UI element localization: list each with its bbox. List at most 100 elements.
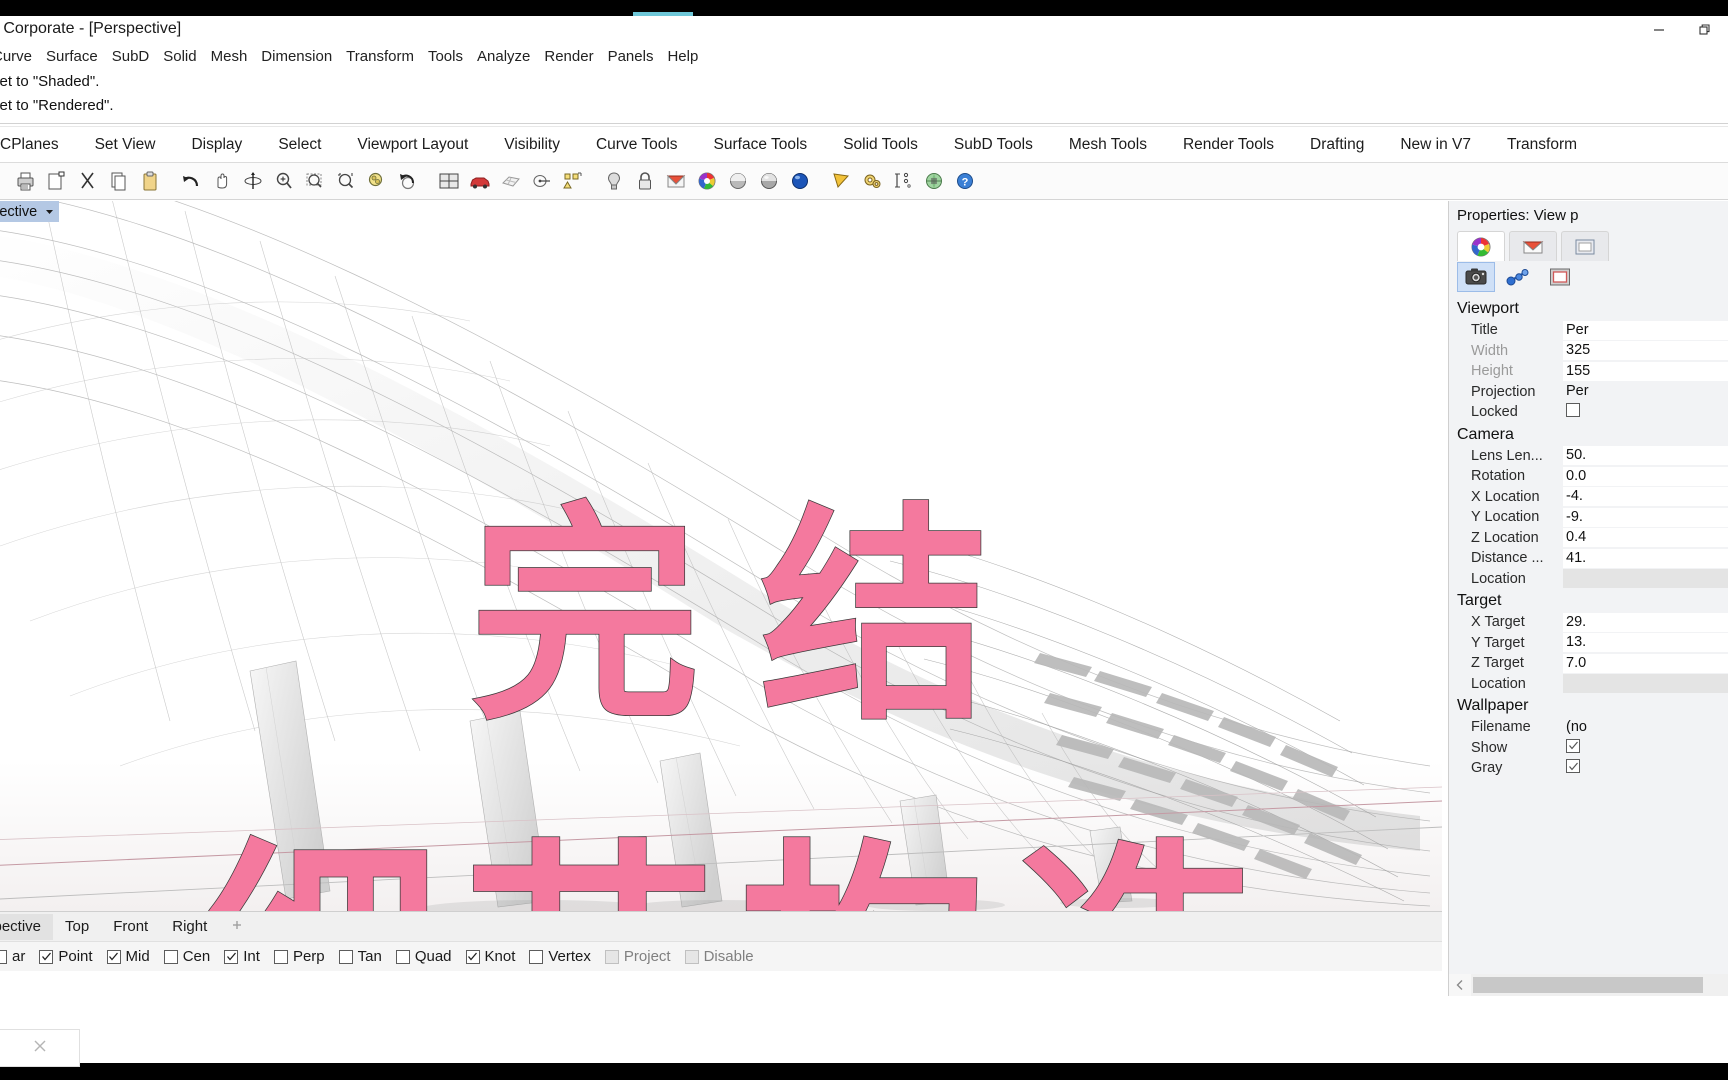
color-wheel-icon[interactable] bbox=[691, 166, 722, 197]
tab-viewport-layout[interactable]: Viewport Layout bbox=[339, 128, 486, 162]
paste-icon[interactable] bbox=[134, 166, 165, 197]
tab-display[interactable]: Display bbox=[173, 128, 260, 162]
osnap-quad-checkbox[interactable] bbox=[395, 949, 410, 964]
gears-icon[interactable] bbox=[856, 166, 887, 197]
property-row-z-location[interactable]: Z Location 0.4 bbox=[1449, 528, 1728, 549]
add-viewport-icon[interactable] bbox=[219, 918, 255, 935]
car-icon[interactable] bbox=[464, 166, 495, 197]
property-row-x-target[interactable]: X Target 29. bbox=[1449, 612, 1728, 633]
property-value[interactable]: -4. bbox=[1563, 487, 1728, 507]
cut-icon[interactable] bbox=[72, 166, 103, 197]
tab-render-tools[interactable]: Render Tools bbox=[1165, 128, 1292, 162]
osnap-tan-checkbox[interactable] bbox=[338, 949, 353, 964]
property-value[interactable]: 13. bbox=[1563, 633, 1728, 653]
undo-icon[interactable] bbox=[175, 166, 206, 197]
menu-item-curve[interactable]: Curve bbox=[0, 48, 39, 65]
lock-icon[interactable] bbox=[629, 166, 660, 197]
gray-wallpaper-checkbox[interactable] bbox=[1566, 759, 1580, 774]
osnap-project-checkbox[interactable] bbox=[604, 949, 619, 964]
viewport-title-tab[interactable]: spective bbox=[0, 201, 60, 222]
property-row-width[interactable]: Width 325 bbox=[1449, 341, 1728, 362]
property-row-lens-length[interactable]: Lens Len... 50. bbox=[1449, 446, 1728, 467]
osnap-perp-checkbox[interactable] bbox=[273, 949, 288, 964]
help-icon[interactable]: ? bbox=[949, 166, 980, 197]
property-row-height[interactable]: Height 155 bbox=[1449, 361, 1728, 382]
property-row-camera-location[interactable]: Location bbox=[1449, 569, 1728, 590]
property-row-rotation[interactable]: Rotation 0.0 bbox=[1449, 466, 1728, 487]
osnap-point-checkbox[interactable] bbox=[39, 949, 54, 964]
viewport-tab-perspective[interactable]: spective bbox=[0, 913, 54, 940]
tab-cplanes[interactable]: CPlanes bbox=[0, 128, 77, 162]
property-row-gray[interactable]: Gray bbox=[1449, 758, 1728, 779]
restore-button[interactable] bbox=[1682, 16, 1728, 43]
rotate-view-icon[interactable] bbox=[237, 166, 268, 197]
menu-item-transform[interactable]: Transform bbox=[339, 48, 421, 65]
osnap-knot[interactable]: Knot bbox=[459, 948, 523, 965]
tab-select[interactable]: Select bbox=[260, 128, 339, 162]
viewport-tab-top[interactable]: Top bbox=[53, 914, 101, 940]
menu-item-help[interactable]: Help bbox=[660, 48, 705, 65]
tab-mesh-tools[interactable]: Mesh Tools bbox=[1051, 128, 1165, 162]
zoom-extents-icon[interactable] bbox=[361, 166, 392, 197]
osnap-near-checkbox[interactable] bbox=[0, 949, 7, 964]
viewport-tab-front[interactable]: Front bbox=[101, 914, 160, 940]
globe-icon[interactable] bbox=[918, 166, 949, 197]
tab-drafting[interactable]: Drafting bbox=[1292, 128, 1382, 162]
osnap-mid-checkbox[interactable] bbox=[106, 949, 121, 964]
scrollbar-thumb[interactable] bbox=[1473, 977, 1703, 993]
property-value[interactable] bbox=[1563, 674, 1728, 694]
osnap-near[interactable]: ar bbox=[0, 948, 32, 965]
zoom-selected-icon[interactable] bbox=[330, 166, 361, 197]
property-value[interactable]: 7.0 bbox=[1563, 653, 1728, 673]
menu-item-panels[interactable]: Panels bbox=[601, 48, 661, 65]
menu-item-render[interactable]: Render bbox=[537, 48, 600, 65]
properties-horizontal-scrollbar[interactable] bbox=[1449, 974, 1728, 996]
osnap-int-checkbox[interactable] bbox=[224, 949, 239, 964]
menu-item-analyze[interactable]: Analyze bbox=[470, 48, 537, 65]
property-value[interactable]: (no bbox=[1563, 718, 1728, 737]
show-wallpaper-checkbox[interactable] bbox=[1566, 738, 1580, 753]
osnap-quad[interactable]: Quad bbox=[389, 948, 459, 965]
tab-curve-tools[interactable]: Curve Tools bbox=[578, 128, 696, 162]
rendered-sphere-icon[interactable] bbox=[753, 166, 784, 197]
osnap-point[interactable]: Point bbox=[32, 948, 99, 965]
revolve-icon[interactable] bbox=[526, 166, 557, 197]
chevron-left-icon[interactable] bbox=[1449, 974, 1471, 996]
blue-sphere-icon[interactable] bbox=[784, 166, 815, 197]
properties-subtab-object[interactable] bbox=[1499, 262, 1537, 292]
zoom-window-icon[interactable] bbox=[299, 166, 330, 197]
properties-tab-layer[interactable] bbox=[1509, 231, 1557, 261]
tab-transform[interactable]: Transform bbox=[1489, 128, 1595, 162]
object-snap-icon[interactable] bbox=[557, 166, 588, 197]
property-row-show[interactable]: Show bbox=[1449, 738, 1728, 759]
property-row-z-target[interactable]: Z Target 7.0 bbox=[1449, 653, 1728, 674]
viewport-tab-right[interactable]: Right bbox=[160, 914, 219, 940]
new-layout-icon[interactable] bbox=[41, 166, 72, 197]
zoom-icon[interactable] bbox=[268, 166, 299, 197]
osnap-mid[interactable]: Mid bbox=[100, 948, 157, 965]
property-row-target-location[interactable]: Location bbox=[1449, 674, 1728, 695]
property-value[interactable]: 29. bbox=[1563, 612, 1728, 632]
locked-checkbox[interactable] bbox=[1566, 402, 1580, 417]
properties-panel-body[interactable]: Viewport Title Per Width 325 Height 155 … bbox=[1449, 297, 1728, 970]
property-row-x-location[interactable]: X Location -4. bbox=[1449, 487, 1728, 508]
properties-subtab-frame[interactable] bbox=[1541, 262, 1579, 292]
command-history[interactable]: set to "Shaded". set to "Rendered". bbox=[0, 71, 1728, 123]
osnap-vertex[interactable]: Vertex bbox=[522, 948, 598, 965]
surface-grid-icon[interactable] bbox=[495, 166, 526, 197]
tab-surface-tools[interactable]: Surface Tools bbox=[696, 128, 826, 162]
property-value[interactable]: 155 bbox=[1563, 361, 1728, 381]
property-row-projection[interactable]: Projection Per bbox=[1449, 382, 1728, 403]
property-value[interactable]: 0.4 bbox=[1563, 528, 1728, 548]
osnap-tan[interactable]: Tan bbox=[332, 948, 389, 965]
tab-solid-tools[interactable]: Solid Tools bbox=[825, 128, 936, 162]
dimension-icon[interactable] bbox=[887, 166, 918, 197]
tab-subd-tools[interactable]: SubD Tools bbox=[936, 128, 1051, 162]
four-viewport-icon[interactable] bbox=[433, 166, 464, 197]
minimize-button[interactable] bbox=[1636, 16, 1682, 43]
envelope-icon[interactable] bbox=[660, 166, 691, 197]
property-value[interactable]: Per bbox=[1563, 320, 1728, 340]
tab-new-in-v7[interactable]: New in V7 bbox=[1382, 128, 1489, 162]
menu-item-mesh[interactable]: Mesh bbox=[204, 48, 255, 65]
properties-subtab-camera[interactable] bbox=[1457, 262, 1495, 292]
